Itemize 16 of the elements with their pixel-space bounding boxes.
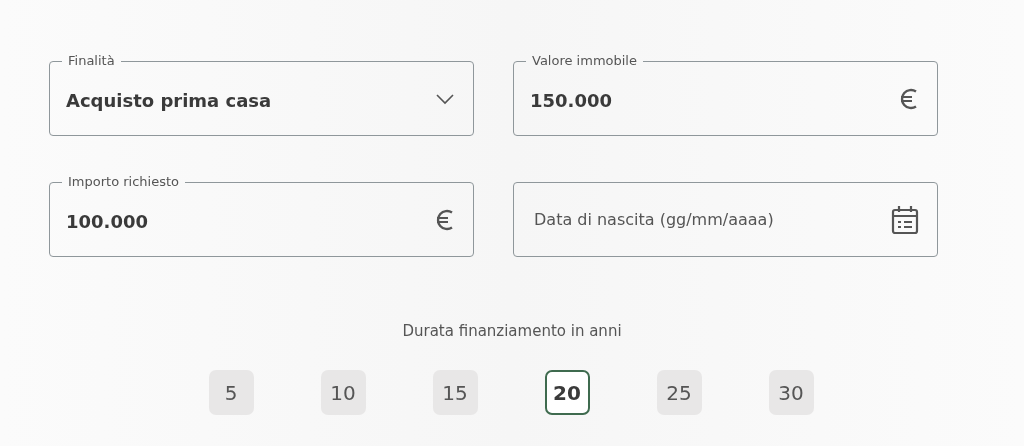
birth-date-field[interactable]: Data di nascita (gg/mm/aaaa): [530, 210, 891, 229]
chevron-down-icon[interactable]: [435, 93, 455, 105]
amount-field[interactable]: Importo richiesto 100.000: [49, 174, 474, 257]
field-label: Finalità: [67, 53, 116, 69]
duration-option[interactable]: 15: [432, 370, 478, 415]
duration-option[interactable]: 5: [208, 370, 254, 415]
duration-option[interactable]: 10: [320, 370, 366, 415]
purpose-select[interactable]: Finalità Acquisto prima casa: [49, 53, 474, 136]
duration-option[interactable]: 30: [768, 370, 814, 415]
amount-field[interactable]: Valore immobile 150.000: [513, 53, 938, 136]
duration-label: Durata finanziamento in anni: [402, 322, 622, 340]
field-label: Importo richiesto: [67, 174, 180, 190]
field-label: Valore immobile: [531, 53, 638, 69]
duration-option[interactable]: 20: [544, 370, 590, 415]
duration-option[interactable]: 25: [656, 370, 702, 415]
calendar-icon[interactable]: [891, 204, 919, 235]
